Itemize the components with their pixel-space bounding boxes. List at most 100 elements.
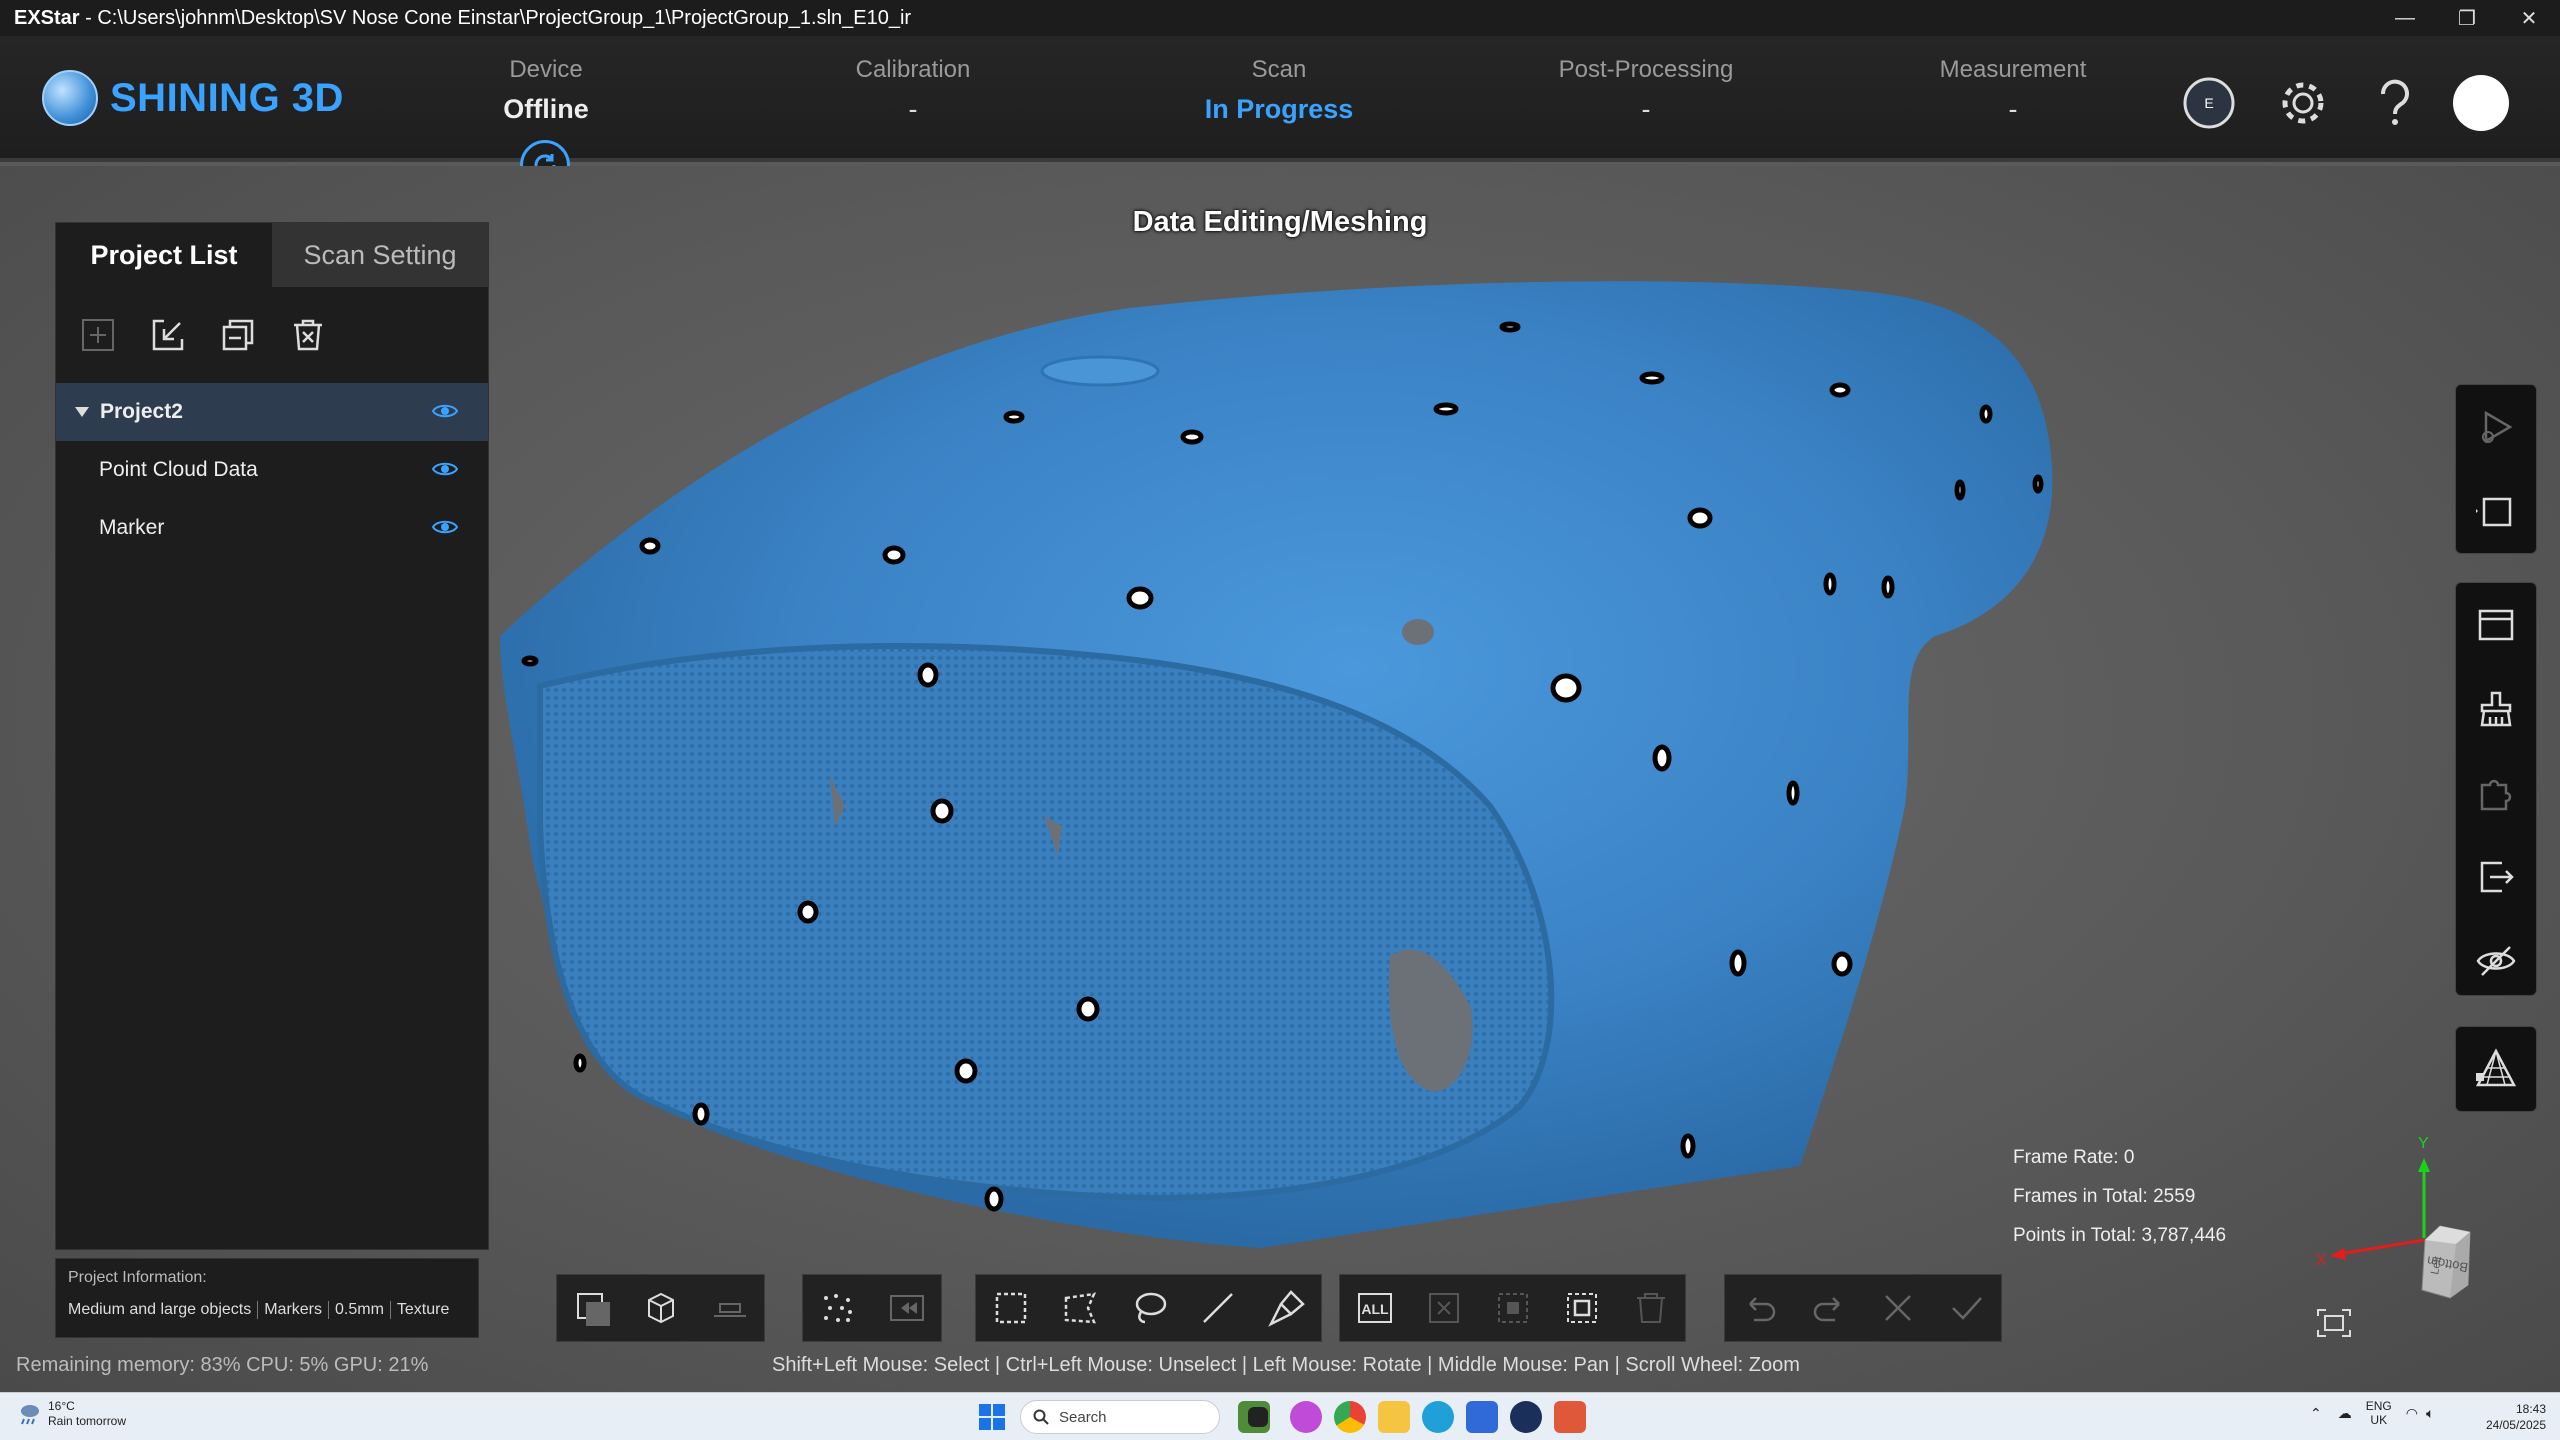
stop-scan-icon[interactable] <box>2456 469 2536 553</box>
window-view-icon[interactable] <box>2456 583 2536 667</box>
project-info-tag: 0.5mm <box>329 1301 391 1319</box>
store-app-icon[interactable] <box>1466 1401 1498 1433</box>
minimize-button[interactable]: — <box>2374 0 2436 36</box>
step-measurement[interactable]: Measurement - <box>1853 56 2173 125</box>
select-all-label: ALL <box>1361 1301 1389 1317</box>
tree-item-project[interactable]: Project2 <box>56 383 488 441</box>
tab-scan-setting[interactable]: Scan Setting <box>272 223 488 287</box>
gear-icon[interactable] <box>2274 74 2332 132</box>
brand-logo: SHINING 3D <box>42 70 344 126</box>
import-icon[interactable] <box>146 313 190 357</box>
select-connected-icon[interactable] <box>1547 1275 1616 1341</box>
right-toolbar-group-1 <box>2455 384 2537 554</box>
resource-status: Remaining memory: 83% CPU: 5% GPU: 21% <box>16 1354 429 1376</box>
copilot-app-icon[interactable] <box>1290 1401 1322 1433</box>
windows-taskbar: 16°C Rain tomorrow Search ⌃ ☁ ENG UK ◠ 🔈… <box>0 1392 2560 1440</box>
file-explorer-app-icon[interactable] <box>1378 1401 1410 1433</box>
edge-app-icon[interactable] <box>1422 1401 1454 1433</box>
frame-rate: Frame Rate: 0 <box>2013 1147 2135 1168</box>
language-indicator[interactable]: ENG UK <box>2366 1399 2392 1427</box>
volume-icon[interactable]: 🔈︎ <box>2426 1405 2434 1422</box>
rect-select-icon[interactable] <box>976 1275 1045 1341</box>
window-title: EXStar - C:\Users\johnm\Desktop\SV Nose … <box>0 7 911 30</box>
clock-date: 24/05/2025 <box>2485 1418 2546 1432</box>
axis-x-label: X <box>2316 1252 2327 1269</box>
user-avatar[interactable] <box>2452 74 2510 132</box>
select-all-icon[interactable]: ALL <box>1340 1275 1409 1341</box>
rain-cloud-icon <box>21 1405 39 1425</box>
chrome-app-icon[interactable] <box>1334 1401 1366 1433</box>
view-plane-icon[interactable] <box>695 1275 764 1341</box>
eye-icon[interactable] <box>431 402 459 426</box>
snipping-app-icon[interactable] <box>1554 1401 1586 1433</box>
brush-select-icon[interactable] <box>1252 1275 1321 1341</box>
eye-icon[interactable] <box>431 460 459 484</box>
search-placeholder: Search <box>1059 1408 1107 1426</box>
current-stage-label: Data Editing/Meshing <box>1132 206 1428 238</box>
line-select-icon[interactable] <box>1183 1275 1252 1341</box>
undo-icon[interactable] <box>1725 1275 1794 1341</box>
right-toolbar-group-3 <box>2455 1026 2537 1112</box>
tree-item-marker[interactable]: Marker <box>56 499 488 557</box>
view-perspective-icon[interactable] <box>557 1275 626 1341</box>
step-label: Device <box>509 56 583 83</box>
onedrive-icon[interactable]: ☁ <box>2338 1405 2352 1422</box>
task-view-icon[interactable] <box>1248 1407 1268 1427</box>
delete-selection-icon[interactable] <box>1616 1275 1685 1341</box>
redo-icon[interactable] <box>1794 1275 1863 1341</box>
caret-down-icon[interactable] <box>74 406 90 418</box>
rewind-icon[interactable] <box>872 1275 941 1341</box>
model-badge-icon[interactable]: E <box>2180 74 2238 132</box>
cancel-icon[interactable] <box>1863 1275 1932 1341</box>
puzzle-icon[interactable] <box>2456 751 2536 835</box>
step-calibration[interactable]: Calibration - <box>753 56 1073 125</box>
step-status: - <box>1641 94 1651 124</box>
eye-icon[interactable] <box>431 518 459 542</box>
point-cloud-icon[interactable] <box>803 1275 872 1341</box>
title-bar: EXStar - C:\Users\johnm\Desktop\SV Nose … <box>0 0 2560 36</box>
unselect-icon[interactable] <box>1409 1275 1478 1341</box>
project-panel: Project List Scan Setting Project2 Point… <box>55 222 489 1250</box>
weather-widget[interactable]: 16°C Rain tomorrow <box>16 1399 126 1429</box>
axis-y-label: Y <box>2418 1135 2429 1152</box>
tab-project-list[interactable]: Project List <box>56 223 272 287</box>
delete-icon[interactable] <box>286 313 330 357</box>
step-scan[interactable]: Scan In Progress <box>1119 56 1439 125</box>
tree-item-point-cloud[interactable]: Point Cloud Data <box>56 441 488 499</box>
scan-stats: Frame Rate: 0 Frames in Total: 2559 Poin… <box>2013 1138 2226 1255</box>
taskbar-search[interactable]: Search <box>1020 1400 1220 1434</box>
search-icon <box>1033 1409 1049 1425</box>
chevron-up-icon[interactable]: ⌃ <box>2310 1405 2322 1422</box>
project-info-tag: Medium and large objects <box>68 1301 259 1319</box>
view-tools <box>556 1274 765 1342</box>
project-info-tag: Texture <box>396 1301 450 1318</box>
system-clock[interactable]: 18:43 24/05/2025 <box>2476 1401 2546 1433</box>
right-toolbar-group-2 <box>2455 582 2537 996</box>
wifi-icon[interactable]: ◠ <box>2406 1405 2418 1422</box>
brush-clean-icon[interactable] <box>2456 667 2536 751</box>
step-label: Calibration <box>855 56 971 83</box>
add-icon[interactable] <box>76 313 120 357</box>
play-scan-icon[interactable] <box>2456 385 2536 469</box>
step-post-processing[interactable]: Post-Processing - <box>1486 56 1806 125</box>
duplicate-icon[interactable] <box>216 313 260 357</box>
help-icon[interactable] <box>2366 74 2424 132</box>
invert-select-icon[interactable] <box>1478 1275 1547 1341</box>
brand-name: SHINING 3D <box>110 75 344 120</box>
close-button[interactable]: ✕ <box>2498 0 2560 36</box>
exstar-app-icon[interactable] <box>1510 1401 1542 1433</box>
confirm-icon[interactable] <box>1932 1275 2001 1341</box>
polygon-select-icon[interactable] <box>1045 1275 1114 1341</box>
hide-icon[interactable] <box>2456 919 2536 1003</box>
fit-view-icon[interactable] <box>2316 1308 2352 1338</box>
restore-button[interactable]: ❐ <box>2436 0 2498 36</box>
point-tools <box>802 1274 942 1342</box>
step-device[interactable]: Device Offline <box>386 56 706 125</box>
project-info-heading: Project Information: <box>68 1269 207 1286</box>
windows-start-icon[interactable] <box>976 1401 1008 1433</box>
view-cube-icon[interactable] <box>626 1275 695 1341</box>
selection-ops: ALL <box>1339 1274 1686 1342</box>
lasso-select-icon[interactable] <box>1114 1275 1183 1341</box>
mesh-generate-icon[interactable] <box>2456 1027 2536 1111</box>
export-icon[interactable] <box>2456 835 2536 919</box>
